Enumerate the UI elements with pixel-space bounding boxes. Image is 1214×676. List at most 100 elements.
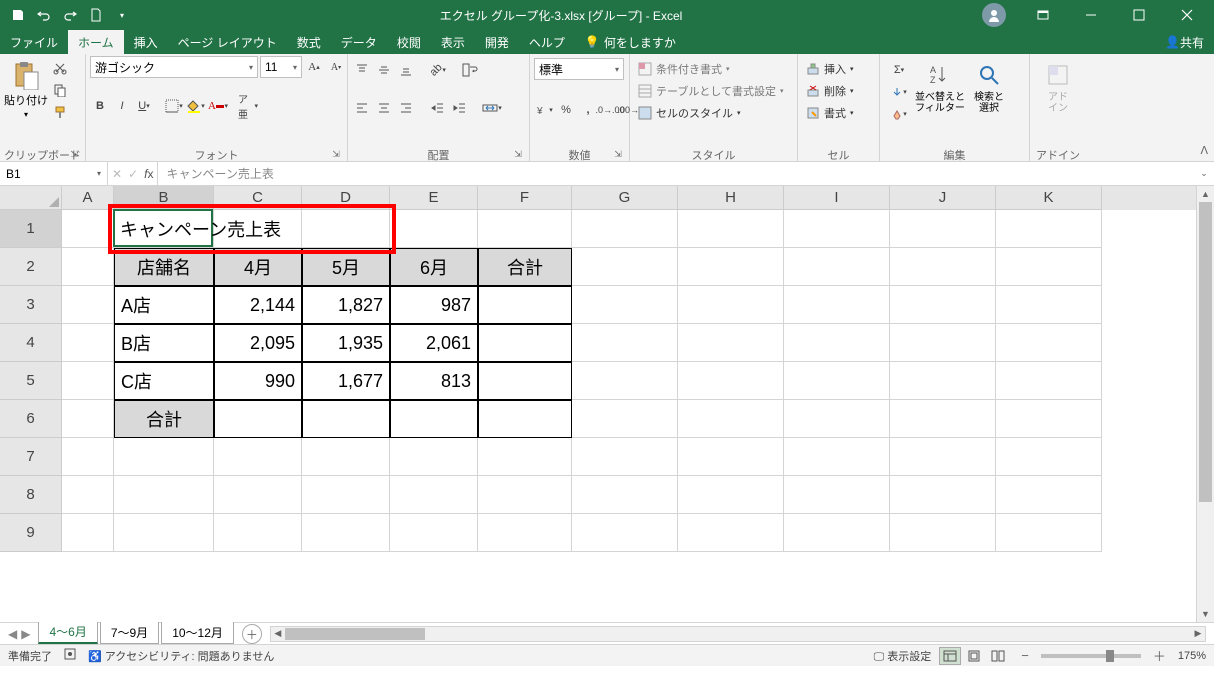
cell-I4[interactable] <box>784 324 890 362</box>
sheet-tab-2[interactable]: 7～9月 <box>100 622 159 644</box>
zoom-slider[interactable] <box>1041 654 1141 658</box>
delete-cells-button[interactable]: 削除 ▾ <box>802 80 858 102</box>
font-size-combo[interactable]: 11▾ <box>260 56 302 78</box>
cell-A6[interactable] <box>62 400 114 438</box>
cell-G1[interactable] <box>572 210 678 248</box>
cell-B9[interactable] <box>114 514 214 552</box>
cell-J6[interactable] <box>890 400 996 438</box>
zoom-out-button[interactable]: − <box>1017 648 1033 663</box>
scroll-up-icon[interactable]: ▲ <box>1197 186 1214 202</box>
cell-H2[interactable] <box>678 248 784 286</box>
autosum-button[interactable]: Σ▾ <box>886 60 912 80</box>
cell-B8[interactable] <box>114 476 214 514</box>
cell-D1[interactable] <box>302 210 390 248</box>
cell-I5[interactable] <box>784 362 890 400</box>
add-sheet-button[interactable]: ＋ <box>242 624 262 644</box>
sheet-nav-next-icon[interactable]: ▶ <box>21 627 30 641</box>
cell-J4[interactable] <box>890 324 996 362</box>
addins-button[interactable]: アド イン <box>1034 56 1082 114</box>
cell-H3[interactable] <box>678 286 784 324</box>
cell-F2[interactable]: 合計 <box>478 248 572 286</box>
zoom-level[interactable]: 175% <box>1178 650 1206 662</box>
fx-icon[interactable]: fx <box>144 167 153 181</box>
merge-center-button[interactable]: ▾ <box>482 98 502 118</box>
zoom-slider-handle[interactable] <box>1106 650 1114 662</box>
cell-B4[interactable]: B店 <box>114 324 214 362</box>
cell-H5[interactable] <box>678 362 784 400</box>
cell-K7[interactable] <box>996 438 1102 476</box>
dialog-launcher-icon[interactable]: ⇲ <box>69 149 79 159</box>
cell-A9[interactable] <box>62 514 114 552</box>
cell-A7[interactable] <box>62 438 114 476</box>
column-header-B[interactable]: B <box>114 186 214 210</box>
orientation-button[interactable]: ab▾ <box>428 60 448 80</box>
row-header-8[interactable]: 8 <box>0 476 62 514</box>
cell-E9[interactable] <box>390 514 478 552</box>
phonetic-button[interactable]: ア亜▾ <box>238 96 258 116</box>
cell-F4[interactable] <box>478 324 572 362</box>
column-header-C[interactable]: C <box>214 186 302 210</box>
cell-A1[interactable] <box>62 210 114 248</box>
percent-button[interactable]: % <box>556 100 576 120</box>
sheet-tab-1[interactable]: 4～6月 <box>38 621 97 644</box>
page-layout-view-button[interactable] <box>963 647 985 665</box>
page-break-view-button[interactable] <box>987 647 1009 665</box>
font-color-button[interactable]: A▾ <box>208 96 228 116</box>
row-header-5[interactable]: 5 <box>0 362 62 400</box>
paste-button[interactable]: 貼り付け ▾ <box>4 56 48 119</box>
column-header-J[interactable]: J <box>890 186 996 210</box>
cell-B2[interactable]: 店舗名 <box>114 248 214 286</box>
row-header-4[interactable]: 4 <box>0 324 62 362</box>
dialog-launcher-icon[interactable]: ⇲ <box>331 149 341 159</box>
save-icon[interactable] <box>8 5 28 25</box>
scrollbar-thumb[interactable] <box>1199 202 1212 502</box>
copy-button[interactable] <box>50 80 70 100</box>
column-header-K[interactable]: K <box>996 186 1102 210</box>
cell-G8[interactable] <box>572 476 678 514</box>
expand-formula-bar-button[interactable]: ⌄ <box>1194 168 1214 179</box>
cell-C2[interactable]: 4月 <box>214 248 302 286</box>
cell-J1[interactable] <box>890 210 996 248</box>
column-header-E[interactable]: E <box>390 186 478 210</box>
collapse-ribbon-button[interactable]: ᐱ <box>1200 144 1208 157</box>
sheet-tab-3[interactable]: 10～12月 <box>161 622 234 644</box>
tab-page-layout[interactable]: ページ レイアウト <box>168 30 287 54</box>
column-header-A[interactable]: A <box>62 186 114 210</box>
cell-C6[interactable] <box>214 400 302 438</box>
cell-I9[interactable] <box>784 514 890 552</box>
tab-help[interactable]: ヘルプ <box>519 30 575 54</box>
fill-button[interactable]: ▾ <box>886 82 912 102</box>
underline-button[interactable]: U▾ <box>134 96 154 116</box>
wrap-text-button[interactable] <box>460 60 480 80</box>
conditional-format-button[interactable]: 条件付き書式 ▾ <box>634 58 734 80</box>
row-header-6[interactable]: 6 <box>0 400 62 438</box>
cell-B5[interactable]: C店 <box>114 362 214 400</box>
dialog-launcher-icon[interactable]: ⇲ <box>613 149 623 159</box>
user-avatar-icon[interactable] <box>982 3 1006 27</box>
tab-file[interactable]: ファイル <box>0 30 68 54</box>
cell-H9[interactable] <box>678 514 784 552</box>
redo-icon[interactable] <box>60 5 80 25</box>
name-box[interactable]: ▾ <box>0 162 108 185</box>
cell-I8[interactable] <box>784 476 890 514</box>
row-header-9[interactable]: 9 <box>0 514 62 552</box>
find-select-button[interactable]: 検索と 選択 <box>966 56 1012 114</box>
cell-A4[interactable] <box>62 324 114 362</box>
column-header-D[interactable]: D <box>302 186 390 210</box>
select-all-corner[interactable] <box>0 186 62 210</box>
align-middle-button[interactable] <box>374 60 394 80</box>
cell-G9[interactable] <box>572 514 678 552</box>
vertical-scrollbar[interactable]: ▲ ▼ <box>1196 186 1214 622</box>
cell-F8[interactable] <box>478 476 572 514</box>
cell-I7[interactable] <box>784 438 890 476</box>
qat-new-icon[interactable] <box>86 5 106 25</box>
cell-K4[interactable] <box>996 324 1102 362</box>
tab-developer[interactable]: 開発 <box>475 30 519 54</box>
accessibility-status[interactable]: ♿ アクセシビリティ: 問題ありません <box>88 648 274 664</box>
row-header-1[interactable]: 1 <box>0 210 62 248</box>
display-settings-button[interactable]: 🖵 表示設定 <box>874 648 932 664</box>
maximize-button[interactable] <box>1116 0 1162 30</box>
cell-K3[interactable] <box>996 286 1102 324</box>
tab-insert[interactable]: 挿入 <box>124 30 168 54</box>
cell-G7[interactable] <box>572 438 678 476</box>
